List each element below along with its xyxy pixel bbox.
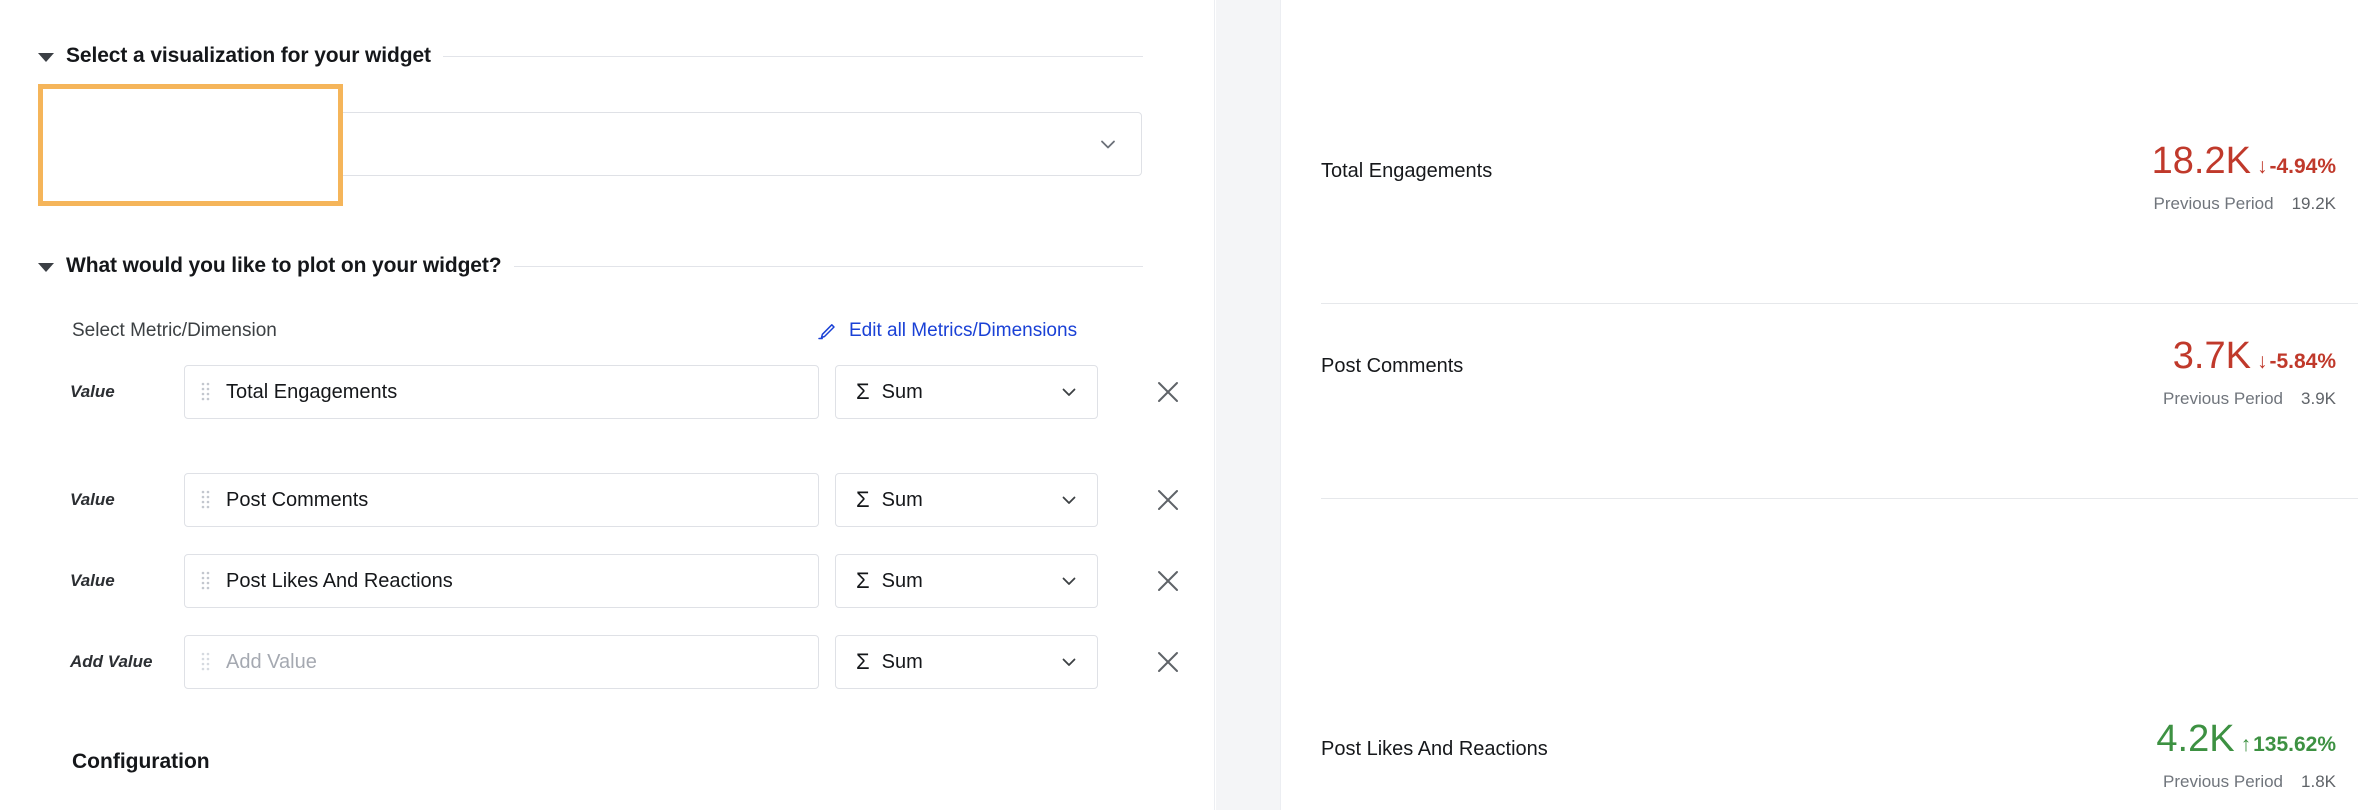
visualization-highlight-box xyxy=(38,84,343,206)
add-value-input[interactable]: Add Value xyxy=(184,635,819,689)
previous-period-value: 3.9K xyxy=(2301,389,2336,408)
counter-values: 4.2K ↑ 135.62% Previous Period 1.8K xyxy=(2156,720,2336,792)
previous-period-label: Previous Period xyxy=(2163,389,2284,408)
section-header-plot[interactable]: What would you like to plot on your widg… xyxy=(38,254,1143,278)
counter-value: 3.7K xyxy=(2172,335,2251,377)
counter-item: Post Likes And Reactions 4.2K ↑ 135.62% … xyxy=(1301,498,2358,793)
sigma-icon: Σ xyxy=(856,649,870,674)
section-header-visualization[interactable]: Select a visualization for your widget xyxy=(38,44,1143,68)
pencil-icon xyxy=(818,321,838,341)
chevron-down-icon[interactable] xyxy=(1059,490,1079,510)
counter-previous-period: Previous Period 3.9K xyxy=(2163,389,2336,409)
aggregation-value: Sum xyxy=(881,569,923,592)
widget-preview-panel: Total Engagements 18.2K ↓ -4.94% Previou… xyxy=(1281,0,2378,810)
counter-metric-name: Post Likes And Reactions xyxy=(1321,738,1548,760)
drag-handle-icon[interactable] xyxy=(201,489,210,511)
remove-metric-button[interactable] xyxy=(1151,564,1185,598)
counter-value: 4.2K xyxy=(2156,718,2235,760)
configuration-heading: Configuration xyxy=(72,750,210,773)
metric-row-tag: Value xyxy=(70,490,115,509)
metric-row: Value Post Comments Σ Sum xyxy=(70,473,1178,527)
aggregation-select[interactable]: Σ Sum xyxy=(835,473,1098,527)
metric-input[interactable]: Post Likes And Reactions xyxy=(184,554,819,608)
chevron-down-icon[interactable] xyxy=(1097,133,1119,155)
counter-values: 18.2K ↓ -4.94% Previous Period 19.2K xyxy=(2152,142,2336,214)
panel-gutter xyxy=(1216,0,1281,810)
metric-value: Post Comments xyxy=(226,488,369,511)
aggregation-value: Sum xyxy=(881,380,923,403)
section-divider xyxy=(442,55,1143,57)
drag-handle-icon[interactable] xyxy=(201,651,210,673)
edit-all-metrics-label: Edit all Metrics/Dimensions xyxy=(849,320,1078,341)
metric-input[interactable]: Post Comments xyxy=(184,473,819,527)
chevron-down-icon[interactable] xyxy=(1059,652,1079,672)
metric-row: Value Post Likes And Reactions Σ Sum xyxy=(70,554,1178,608)
previous-period-value: 1.8K xyxy=(2301,772,2336,791)
section-title-visualization: Select a visualization for your widget xyxy=(66,44,431,67)
remove-metric-button[interactable] xyxy=(1151,645,1185,679)
aggregation-select[interactable]: Σ Sum xyxy=(835,635,1098,689)
sigma-icon: Σ xyxy=(856,568,870,593)
counter-values: 3.7K ↓ -5.84% Previous Period 3.9K xyxy=(2163,337,2336,409)
counter-item: Post Comments 3.7K ↓ -5.84% Previous Per… xyxy=(1301,205,2358,500)
metric-row: Value Total Engagements Σ Sum xyxy=(70,365,1178,419)
add-value-row: Add Value Add Value Σ Sum xyxy=(70,635,1178,689)
counter-delta-arrow: ↓ xyxy=(2256,350,2268,373)
section-divider xyxy=(513,265,1143,267)
metric-row-tag: Value xyxy=(70,382,115,401)
chevron-down-icon[interactable] xyxy=(38,262,54,272)
remove-metric-button[interactable] xyxy=(1151,375,1185,409)
widget-builder-screen: Select a visualization for your widget 0… xyxy=(0,0,2378,810)
previous-period-label: Previous Period xyxy=(2163,772,2284,791)
counter-metric-name: Post Comments xyxy=(1321,355,1464,377)
counter-metric-name: Total Engagements xyxy=(1321,160,1493,182)
sigma-icon: Σ xyxy=(856,379,870,404)
counter-value: 18.2K xyxy=(2151,140,2251,182)
left-config-panel: Select a visualization for your widget 0… xyxy=(0,0,1215,810)
aggregation-select[interactable]: Σ Sum xyxy=(835,365,1098,419)
counter-delta-arrow: ↓ xyxy=(2256,155,2268,178)
metric-value: Post Likes And Reactions xyxy=(226,569,453,592)
drag-handle-icon[interactable] xyxy=(201,381,210,403)
edit-all-metrics-link[interactable]: Edit all Metrics/Dimensions xyxy=(818,320,1077,342)
select-metric-dimension-label: Select Metric/Dimension xyxy=(72,320,277,341)
counter-delta-percent: 135.62% xyxy=(2253,733,2336,756)
add-value-row-tag: Add Value xyxy=(70,652,153,671)
aggregation-value: Sum xyxy=(881,488,923,511)
section-title-plot: What would you like to plot on your widg… xyxy=(66,254,502,277)
chevron-down-icon[interactable] xyxy=(38,52,54,62)
counter-previous-period: Previous Period 1.8K xyxy=(2156,772,2336,792)
metric-input[interactable]: Total Engagements xyxy=(184,365,819,419)
counter-delta-arrow: ↑ xyxy=(2240,733,2252,756)
counter-delta-percent: -4.94% xyxy=(2269,155,2336,178)
metric-row-tag: Value xyxy=(70,571,115,590)
sigma-icon: Σ xyxy=(856,487,870,512)
chevron-down-icon[interactable] xyxy=(1059,571,1079,591)
aggregation-select[interactable]: Σ Sum xyxy=(835,554,1098,608)
chevron-down-icon[interactable] xyxy=(1059,382,1079,402)
metric-value: Total Engagements xyxy=(226,380,398,403)
counter-delta-percent: -5.84% xyxy=(2269,350,2336,373)
remove-metric-button[interactable] xyxy=(1151,483,1185,517)
add-value-placeholder: Add Value xyxy=(226,650,317,673)
drag-handle-icon[interactable] xyxy=(201,570,210,592)
aggregation-value: Sum xyxy=(881,650,923,673)
